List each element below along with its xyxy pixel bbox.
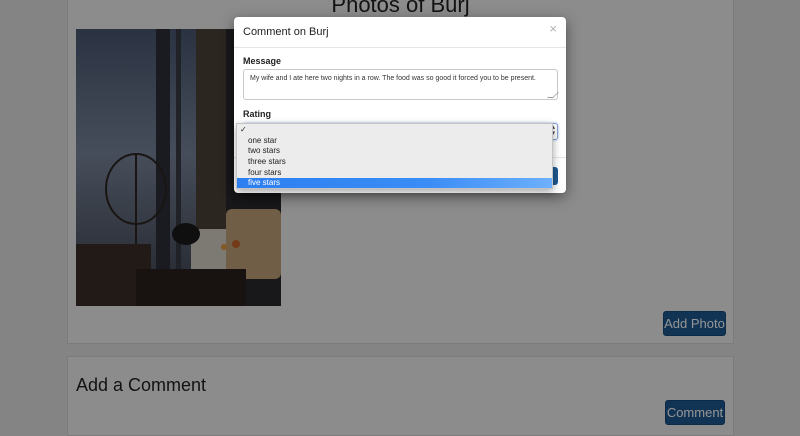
resize-grip-icon[interactable] [547, 92, 559, 98]
rating-option-label: two stars [248, 146, 281, 155]
rating-option-label: five stars [248, 178, 281, 187]
rating-option-two-stars[interactable]: two stars [237, 146, 552, 156]
modal-title: Comment on Burj [243, 26, 329, 38]
rating-option-empty[interactable]: ✓ [237, 125, 552, 135]
close-icon[interactable]: × [549, 21, 557, 36]
modal-header: Comment on Burj × [234, 17, 566, 48]
check-icon: ✓ [240, 125, 247, 134]
message-textarea[interactable]: My wife and I ate here two nights in a r… [243, 69, 559, 100]
rating-dropdown-list[interactable]: ✓ one star two stars three stars four st… [236, 123, 553, 189]
rating-label: Rating [243, 109, 271, 119]
rating-option-five-stars[interactable]: five stars [237, 178, 552, 188]
rating-option-label: one star [248, 136, 277, 145]
message-label: Message [243, 56, 282, 66]
message-text: My wife and I ate here two nights in a r… [250, 75, 536, 82]
rating-option-label: four stars [248, 168, 282, 177]
rating-option-label: three stars [248, 157, 286, 166]
rating-option-one-star[interactable]: one star [237, 136, 552, 146]
rating-option-four-stars[interactable]: four stars [237, 168, 552, 178]
rating-option-three-stars[interactable]: three stars [237, 157, 552, 167]
